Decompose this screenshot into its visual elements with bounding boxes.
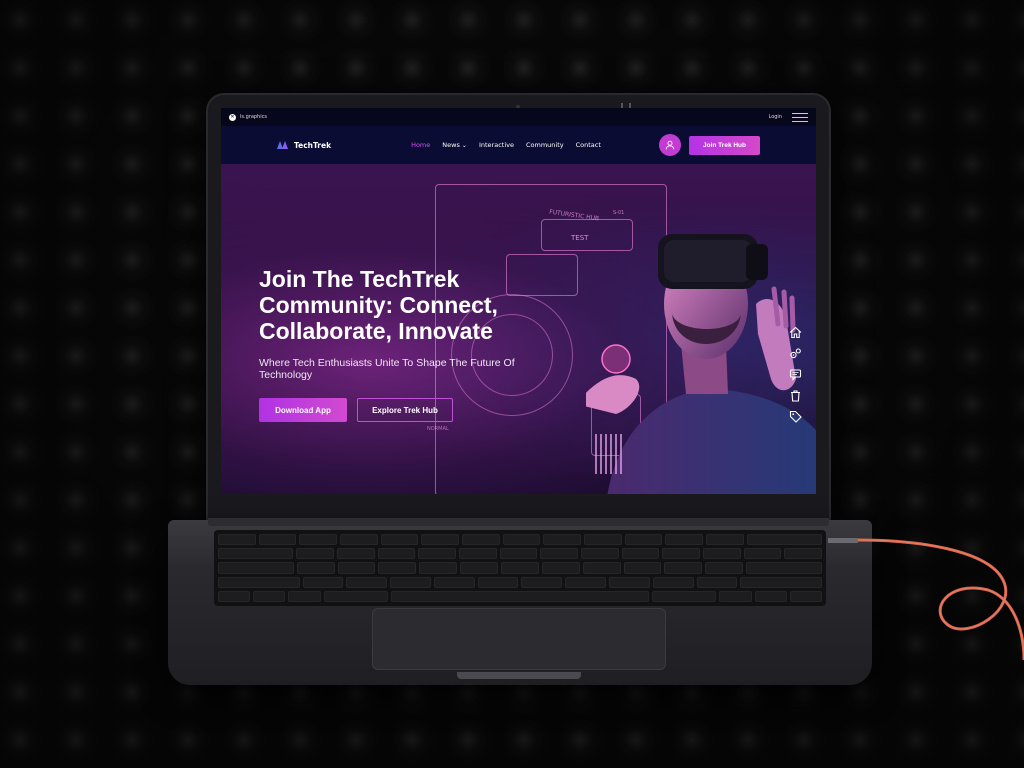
browser-topbar: ✕ ls.graphics Login — [221, 108, 816, 126]
logo-mark-icon — [277, 141, 289, 149]
keyboard-row — [218, 534, 823, 546]
laptop-hinge — [208, 518, 829, 526]
chat-icon[interactable] — [789, 366, 802, 381]
user-icon — [665, 140, 675, 150]
keyboard-row — [218, 590, 822, 603]
vr-person-image — [586, 234, 816, 494]
brand-badge-icon: ✕ — [229, 113, 236, 121]
tag-icon[interactable] — [789, 408, 802, 423]
keyboard-row — [218, 576, 822, 588]
trash-icon[interactable] — [789, 387, 802, 402]
laptop-screen: ✕ ls.graphics Login TechTrek Home News ⌄… — [221, 108, 816, 494]
laptop-front-notch — [457, 672, 581, 679]
home-icon[interactable] — [789, 324, 802, 339]
keyboard — [214, 530, 826, 606]
gears-icon[interactable] — [789, 345, 802, 359]
nav-news[interactable]: News ⌄ — [442, 141, 467, 149]
menu-icon[interactable] — [792, 112, 808, 122]
nav-contact[interactable]: Contact — [576, 141, 601, 149]
keyboard-row — [218, 548, 823, 560]
nav-links: Home News ⌄ Interactive Community Contac… — [411, 141, 601, 149]
nav-interactive[interactable]: Interactive — [479, 141, 514, 149]
side-icon-bar — [787, 324, 803, 423]
join-trek-hub-button[interactable]: Join Trek Hub — [689, 135, 760, 155]
nav-community[interactable]: Community — [526, 141, 564, 149]
hero-title: Join The TechTrek Community: Connect, Co… — [259, 266, 498, 344]
keyboard-row — [218, 562, 822, 574]
user-avatar-button[interactable] — [659, 134, 682, 156]
nav-news-label: News — [442, 141, 460, 149]
holo-label-normal: NORMAL — [427, 426, 449, 432]
login-link[interactable]: Login — [769, 114, 783, 120]
logo-text: TechTrek — [294, 140, 332, 150]
nav-home[interactable]: Home — [411, 141, 430, 149]
charging-cable — [828, 538, 1024, 661]
site-navbar: TechTrek Home News ⌄ Interactive Communi… — [221, 126, 816, 164]
site-logo[interactable]: TechTrek — [277, 141, 331, 150]
topbar-right: Login — [769, 112, 808, 122]
brand-label: ls.graphics — [240, 114, 267, 120]
hero-subtitle: Where Tech Enthusiasts Unite To Shape Th… — [259, 357, 515, 381]
topbar-brand: ✕ ls.graphics — [229, 113, 267, 121]
explore-trek-hub-button[interactable]: Explore Trek Hub — [357, 398, 453, 422]
chevron-down-icon: ⌄ — [461, 142, 467, 149]
hero-section: FUTURISTIC HUB TEST S-01 NORMAL Join The… — [221, 164, 816, 494]
download-app-button[interactable]: Download App — [259, 398, 347, 422]
trackpad — [372, 608, 666, 670]
